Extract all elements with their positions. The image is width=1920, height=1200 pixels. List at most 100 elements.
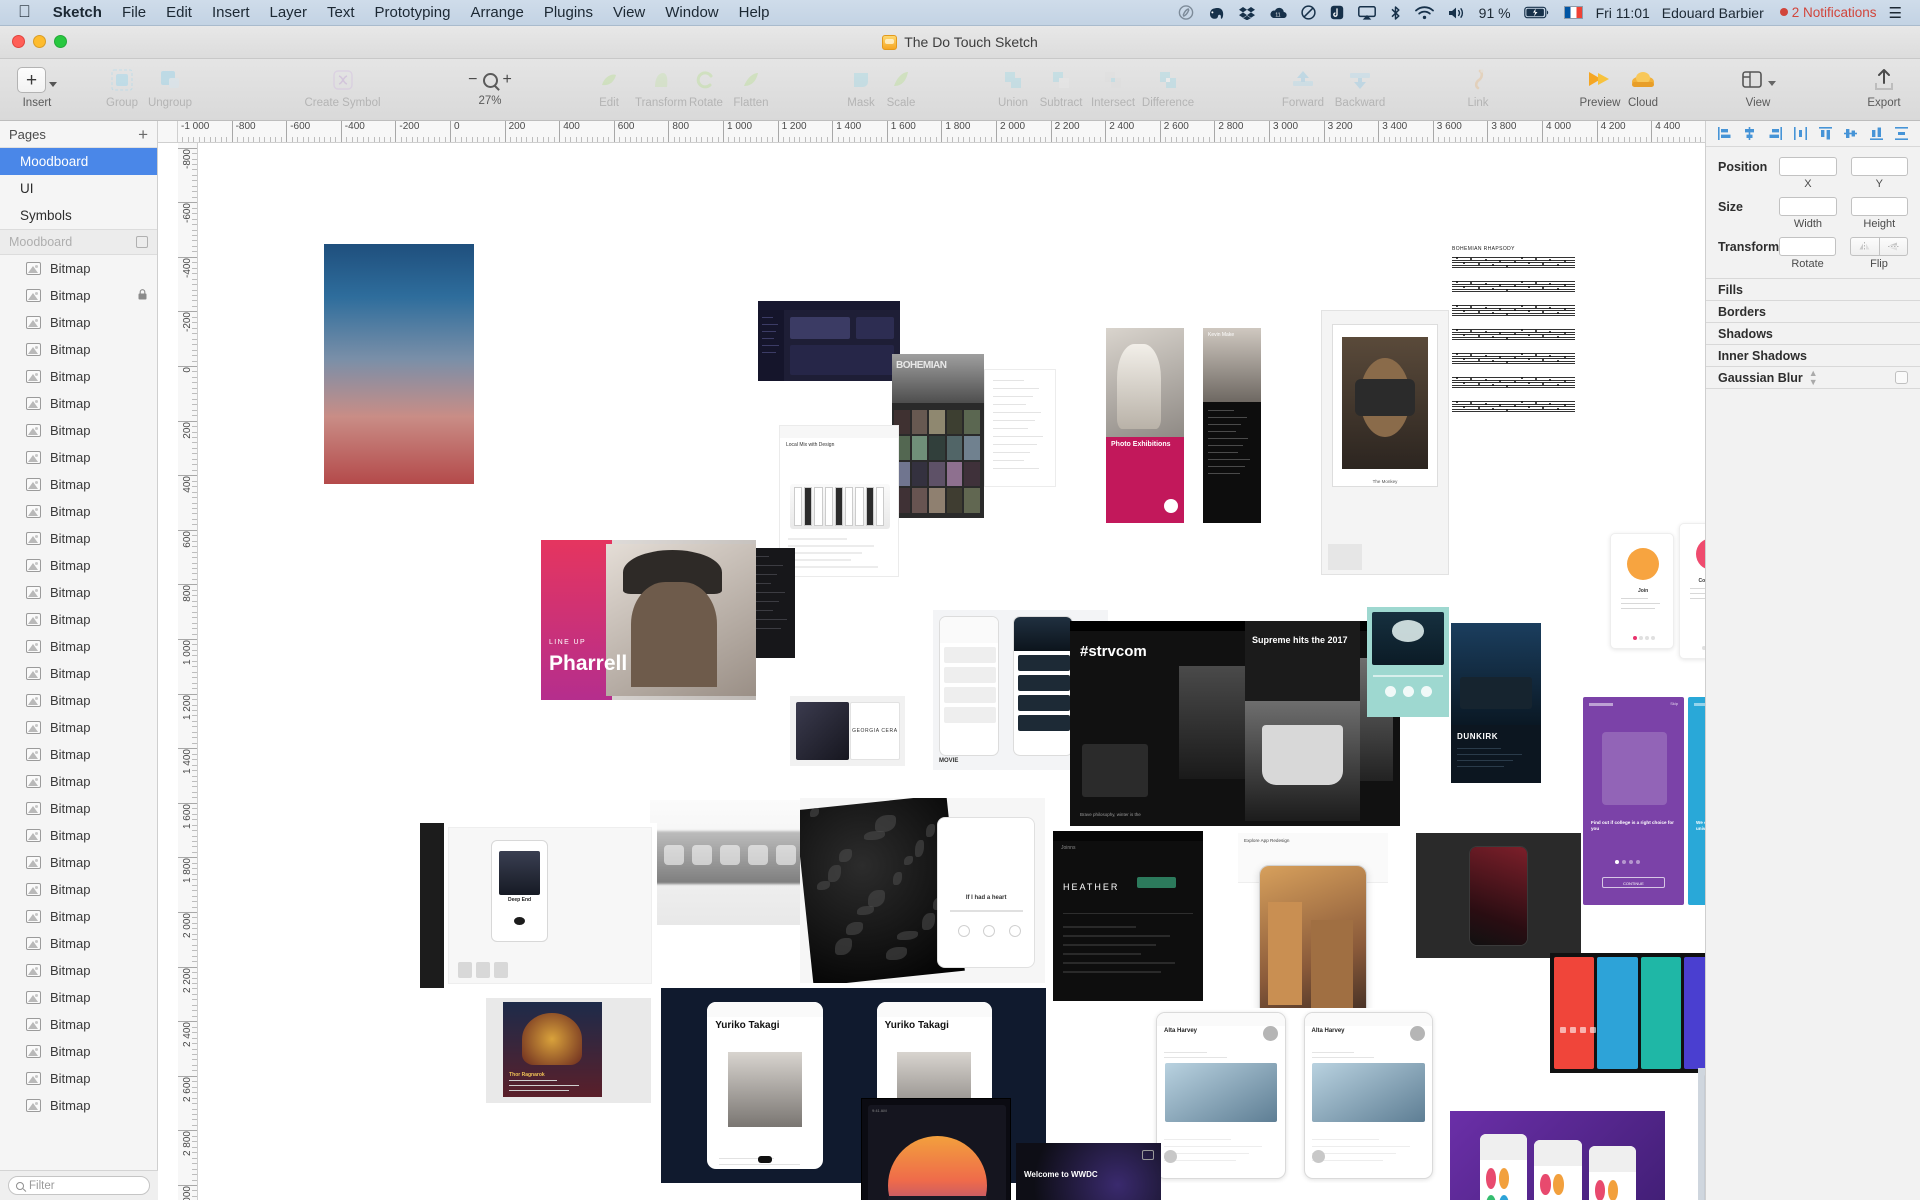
welcome-to-wwdc-screen[interactable]: Welcome to WWDC [1016, 1143, 1161, 1200]
layer-row[interactable]: Bitmap [0, 1065, 157, 1092]
align-middle-v-icon[interactable] [1844, 127, 1858, 140]
airplay-icon[interactable] [1351, 5, 1383, 20]
layer-row[interactable]: Bitmap [0, 255, 157, 282]
menu-item-help[interactable]: Help [729, 4, 780, 21]
layer-row[interactable]: Bitmap [0, 984, 157, 1011]
align-right-icon[interactable] [1769, 127, 1782, 140]
horizontal-ruler[interactable]: -1 000 -800 -600 -400 -200 0 200 400 600 800 1 000… [178, 121, 1705, 143]
align-bottom-icon[interactable] [1869, 127, 1883, 140]
layer-row[interactable]: Bitmap [0, 1038, 157, 1065]
zoom-in-button[interactable]: + [503, 71, 512, 89]
layer-row[interactable]: Bitmap [0, 876, 157, 903]
page-item-symbols[interactable]: Symbols [0, 202, 157, 229]
layer-row[interactable]: Bitmap [0, 336, 157, 363]
layer-row[interactable]: Bitmap [0, 282, 157, 309]
blurred-audio-icons-row[interactable] [650, 800, 820, 925]
layer-row[interactable]: Bitmap [0, 903, 157, 930]
ungroup-button[interactable]: Ungroup [135, 65, 205, 109]
monkey-portrait-poster[interactable]: The Monkey [1321, 310, 1449, 575]
inspector-section-shadows[interactable]: Shadows [1706, 323, 1920, 345]
layer-row[interactable]: Bitmap [0, 606, 157, 633]
zoom-button[interactable] [54, 35, 67, 48]
dark-floral-music-player[interactable]: If I had a heart [800, 798, 1045, 983]
layer-row[interactable]: Bitmap [0, 498, 157, 525]
layer-row[interactable]: Bitmap [0, 714, 157, 741]
layer-row[interactable]: Bitmap [0, 957, 157, 984]
layer-row[interactable]: Bitmap [0, 768, 157, 795]
view-button[interactable]: View [1730, 65, 1786, 109]
layers-group-header[interactable]: Moodboard [0, 229, 157, 255]
menu-item-edit[interactable]: Edit [156, 4, 202, 21]
edit-button[interactable]: Edit [587, 65, 631, 109]
layer-row[interactable]: Bitmap [0, 849, 157, 876]
layer-row[interactable]: Bitmap [0, 1092, 157, 1119]
onedrive-icon[interactable]: 11 [1262, 6, 1294, 20]
menu-item-prototyping[interactable]: Prototyping [365, 4, 461, 21]
bluetooth-icon[interactable] [1383, 5, 1408, 21]
menu-item-arrange[interactable]: Arrange [460, 4, 533, 21]
layer-row[interactable]: Bitmap [0, 579, 157, 606]
apple-menu-icon[interactable]:  [10, 2, 43, 24]
create-symbol-button[interactable]: Create Symbol [295, 65, 390, 109]
dark-ui-dashboard-screenshot[interactable] [758, 301, 900, 381]
design-canvas[interactable]: BOHEMIAN RHAPSODY Photo Exhibitions Kevin … [198, 143, 1705, 1200]
layer-row[interactable]: Bitmap [0, 471, 157, 498]
music-player-mint[interactable] [1367, 607, 1449, 717]
dark-phone-red-wallpaper[interactable] [1416, 833, 1581, 958]
white-minimal-page[interactable] [984, 369, 1056, 487]
difference-button[interactable]: Difference [1134, 65, 1202, 109]
inspector-section-inner-shadows[interactable]: Inner Shadows [1706, 345, 1920, 367]
bohemian-rhapsody-sheet-music[interactable]: BOHEMIAN RHAPSODY [1446, 243, 1581, 428]
width-input[interactable] [1779, 197, 1837, 216]
page-item-moodboard[interactable]: Moodboard [0, 148, 157, 175]
export-button[interactable]: Export [1856, 65, 1912, 109]
colorful-ui-kit-strip[interactable] [1550, 953, 1705, 1073]
align-left-icon[interactable] [1718, 127, 1731, 140]
layer-row[interactable]: Bitmap [0, 309, 157, 336]
close-button[interactable] [12, 35, 25, 48]
purple-phones-trio-mockup[interactable] [1450, 1111, 1665, 1200]
menu-item-window[interactable]: Window [655, 4, 728, 21]
section-enable-checkbox[interactable] [1895, 371, 1908, 384]
height-input[interactable] [1850, 197, 1908, 216]
onboarding-cards-trio[interactable]: JoinCollaborateInvite [1602, 519, 1705, 669]
align-center-h-icon[interactable] [1743, 127, 1756, 140]
menu-item-view[interactable]: View [603, 4, 655, 21]
align-top-icon[interactable] [1819, 127, 1833, 140]
alta-harvey-profile-screens[interactable]: Alta Harvey Alta Harvey [1150, 1008, 1445, 1183]
layer-row[interactable]: Bitmap [0, 444, 157, 471]
battery-charging-icon[interactable] [1517, 6, 1557, 19]
layer-row[interactable]: Bitmap [0, 660, 157, 687]
menu-item-plugins[interactable]: Plugins [534, 4, 603, 21]
wifi-icon[interactable] [1408, 5, 1441, 20]
georgia-cera-business-card[interactable]: GEORGIA CERA [790, 696, 905, 766]
distribute-v-icon[interactable] [1894, 127, 1908, 140]
backward-button[interactable]: Backward [1324, 65, 1396, 109]
link-button[interactable]: Link [1455, 65, 1501, 109]
layer-row[interactable]: Bitmap [0, 1011, 157, 1038]
user-name[interactable]: Edouard Barbier [1656, 5, 1770, 21]
layer-row[interactable]: Bitmap [0, 363, 157, 390]
heather-dark-website[interactable]: Joinns HEATHER [1053, 831, 1203, 1001]
pluma-onboarding-screens[interactable]: plumaATUM DESIGN PROTOCOLSplumaATUM DESI… [1698, 1068, 1705, 1200]
lock-icon[interactable] [138, 288, 147, 303]
magazine-cover-dark[interactable]: Kevin Make [1203, 328, 1261, 523]
filter-input[interactable]: Filter [8, 1176, 150, 1195]
page-item-ui[interactable]: UI [0, 175, 157, 202]
volume-icon[interactable] [1441, 6, 1473, 20]
deep-end-phone-mockup[interactable]: Deep End [420, 823, 657, 988]
layer-row[interactable]: Bitmap [0, 930, 157, 957]
inspector-section-fills[interactable]: Fills [1706, 279, 1920, 301]
blur-type-stepper[interactable]: ▲ ▼ [1809, 368, 1818, 387]
supreme-hits-2017[interactable]: Supreme hits the 2017 [1245, 621, 1360, 821]
layer-row[interactable]: Bitmap [0, 687, 157, 714]
union-button[interactable]: Union [988, 65, 1038, 109]
istat-menus-icon[interactable] [1323, 5, 1351, 20]
creative-cloud-icon[interactable] [1171, 5, 1201, 20]
layer-row[interactable]: Bitmap [0, 795, 157, 822]
flip-vertical-icon[interactable] [1879, 237, 1908, 256]
vertical-ruler[interactable]: -800 -600 -400 -200 0 200 400 600 800 1 000 1 200 1… [178, 143, 198, 1200]
typography-grid-moodboard[interactable]: BOHEMIAN [892, 354, 984, 518]
rotate-input[interactable] [1779, 237, 1836, 256]
minimize-button[interactable] [33, 35, 46, 48]
